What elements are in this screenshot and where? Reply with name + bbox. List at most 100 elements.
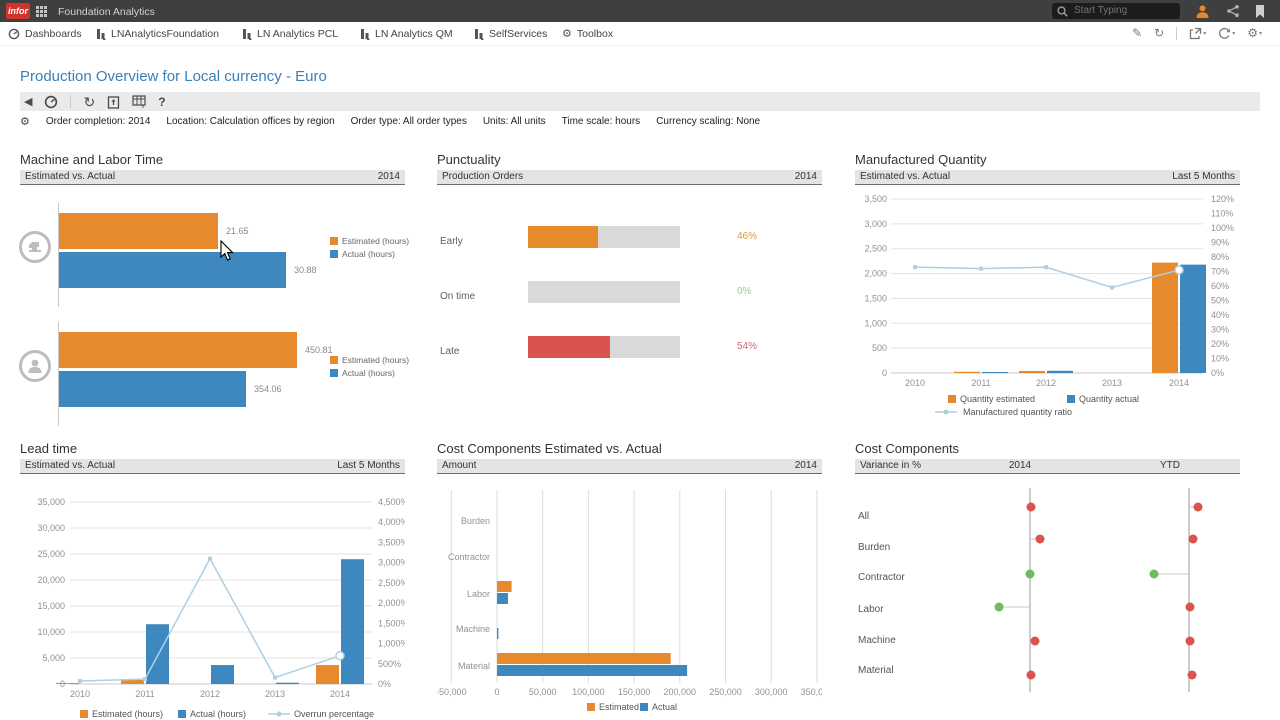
- bar-actual-2012[interactable]: [211, 665, 234, 684]
- infor-logo-text: infor: [8, 6, 28, 16]
- bar-fill-late[interactable]: [528, 336, 610, 358]
- line-point-2013[interactable]: [273, 676, 277, 680]
- bar-labor-actual[interactable]: [59, 371, 246, 407]
- app-switcher-icon[interactable]: [36, 6, 47, 17]
- menu-item-toolbox[interactable]: ⚙ Toolbox: [562, 22, 613, 46]
- bookmark-icon[interactable]: [1254, 4, 1266, 19]
- filter-location[interactable]: Location: Calculation offices by region: [166, 114, 334, 130]
- bar-actual-machine[interactable]: [497, 628, 498, 639]
- excel-export-icon[interactable]: x: [132, 95, 146, 108]
- line-point-2011[interactable]: [979, 267, 983, 271]
- menu-item-selfservices[interactable]: SelfServices: [474, 22, 547, 46]
- chart-machine-labor[interactable]: 21.6530.88Estimated (hours)Actual (hours…: [20, 185, 405, 430]
- history-menu-button[interactable]: ▾: [1218, 27, 1235, 40]
- bar-machine-estimated[interactable]: [59, 213, 218, 249]
- line-point-2014[interactable]: [1175, 266, 1183, 274]
- menu-item-ln-analytics-pcl[interactable]: LN Analytics PCL: [242, 22, 338, 46]
- chart-manufactured-quantity[interactable]: 05001,0001,5002,0002,5003,0003,5000%10%2…: [855, 185, 1240, 430]
- panel-subtitle-bar: Estimated vs. Actual Last 5 Months: [20, 459, 405, 474]
- bar-actual-2014[interactable]: [1180, 265, 1206, 373]
- chart-cost-components-variance[interactable]: AllBurdenContractorLaborMachineMaterial: [855, 474, 1240, 719]
- gauge-home-icon[interactable]: [44, 95, 58, 109]
- line-point-2012[interactable]: [208, 557, 212, 561]
- axis-label: Labor: [858, 604, 884, 615]
- menu-item-dashboards[interactable]: Dashboards: [8, 22, 82, 46]
- share-icon[interactable]: [1226, 4, 1240, 18]
- legend-swatch-estimated: [330, 237, 338, 245]
- variance-dot-2014-burden[interactable]: [1036, 535, 1045, 544]
- bar-track-early[interactable]: [528, 226, 680, 248]
- filter-time-scale[interactable]: Time scale: hours: [562, 114, 641, 130]
- bar-actual-2012[interactable]: [1047, 371, 1073, 373]
- menu-item-ln-analytics-qm[interactable]: LN Analytics QM: [360, 22, 453, 46]
- page-controls: ✎ ↻ ▾ ▾ ⚙▾: [1132, 26, 1262, 40]
- bar-actual-2014[interactable]: [341, 559, 364, 684]
- bar-actual-material[interactable]: [497, 665, 687, 676]
- bar-fill-early[interactable]: [528, 226, 598, 248]
- bar-track-on-time[interactable]: [528, 281, 680, 303]
- menu-item-lnanalyticsfoundation[interactable]: LNAnalyticsFoundation: [96, 22, 219, 46]
- bar-actual-labor[interactable]: [497, 593, 508, 604]
- bar-estimated-2014[interactable]: [316, 665, 339, 684]
- bar-track-late[interactable]: [528, 336, 680, 358]
- axis-label: Estimated: [599, 702, 639, 712]
- variance-dot-ytd-all[interactable]: [1194, 503, 1203, 512]
- variance-dot-2014-labor[interactable]: [995, 603, 1004, 612]
- pct-label-early: 46%: [737, 231, 757, 242]
- variance-dot-ytd-material[interactable]: [1188, 671, 1197, 680]
- search-input[interactable]: [1074, 4, 1174, 17]
- variance-dot-ytd-burden[interactable]: [1189, 535, 1198, 544]
- variance-dot-ytd-contractor[interactable]: [1150, 570, 1159, 579]
- variance-dot-2014-all[interactable]: [1027, 503, 1036, 512]
- axis-label: 350,000: [801, 687, 822, 697]
- infor-logo[interactable]: infor: [6, 3, 30, 19]
- bar-estimated-material[interactable]: [497, 653, 671, 664]
- menu-bar: Dashboards LNAnalyticsFoundation LN Anal…: [0, 22, 1280, 46]
- bar-estimated-2011[interactable]: [954, 372, 980, 373]
- bar-actual-2011[interactable]: [982, 372, 1008, 373]
- bar-labor-estimated[interactable]: [59, 332, 297, 368]
- chart-cost-components-eva[interactable]: -50,000050,000100,000150,000200,000250,0…: [437, 474, 822, 719]
- ratio-line[interactable]: [915, 267, 1179, 287]
- variance-dot-2014-machine[interactable]: [1031, 637, 1040, 646]
- back-button[interactable]: ◀: [24, 95, 32, 109]
- axis-label: 500%: [378, 659, 401, 669]
- filter-order-completion[interactable]: Order completion: 2014: [46, 114, 151, 130]
- help-button[interactable]: ?: [158, 95, 165, 109]
- chart-lead-time[interactable]: 05,00010,00015,00020,00025,00030,00035,0…: [20, 474, 405, 719]
- bar-estimated-2010[interactable]: [56, 683, 79, 684]
- refresh-icon[interactable]: ↻: [1154, 26, 1164, 40]
- line-point-2014[interactable]: [336, 652, 344, 660]
- filter-units[interactable]: Units: All units: [483, 114, 546, 130]
- ratio-line[interactable]: [80, 559, 340, 681]
- filter-order-type[interactable]: Order type: All order types: [351, 114, 467, 130]
- line-point-2010[interactable]: [78, 679, 82, 683]
- menu-item-label: LNAnalyticsFoundation: [111, 28, 219, 40]
- bar-actual-2013[interactable]: [276, 683, 299, 684]
- filter-currency-scaling[interactable]: Currency scaling: None: [656, 114, 760, 130]
- axis-label: Actual (hours): [190, 709, 246, 719]
- chart-punctuality[interactable]: Early46%On time0%Late54%: [437, 185, 822, 430]
- bar-estimated-2014[interactable]: [1152, 263, 1178, 373]
- export-document-icon[interactable]: [107, 95, 120, 109]
- variance-dot-2014-material[interactable]: [1027, 671, 1036, 680]
- bar-machine-actual[interactable]: [59, 252, 286, 288]
- refresh-button[interactable]: ↻: [83, 95, 95, 109]
- user-icon[interactable]: [1195, 4, 1210, 19]
- settings-menu-button[interactable]: ⚙▾: [1247, 26, 1262, 40]
- bar-estimated-2012[interactable]: [1019, 371, 1045, 373]
- export-menu-button[interactable]: ▾: [1189, 27, 1206, 40]
- bar-estimated-labor[interactable]: [497, 581, 512, 592]
- variance-dot-2014-contractor[interactable]: [1026, 570, 1035, 579]
- filter-gear-icon[interactable]: ⚙: [20, 115, 30, 129]
- line-point-2013[interactable]: [1110, 285, 1114, 289]
- line-point-2010[interactable]: [913, 265, 917, 269]
- axis-label: 4,000%: [378, 517, 405, 527]
- line-point-2011[interactable]: [143, 677, 147, 681]
- line-point-2012[interactable]: [1044, 265, 1048, 269]
- variance-dot-ytd-labor[interactable]: [1186, 603, 1195, 612]
- variance-dot-ytd-machine[interactable]: [1186, 637, 1195, 646]
- bar-actual-2011[interactable]: [146, 624, 169, 684]
- search-box[interactable]: [1052, 3, 1180, 19]
- edit-icon[interactable]: ✎: [1132, 26, 1142, 40]
